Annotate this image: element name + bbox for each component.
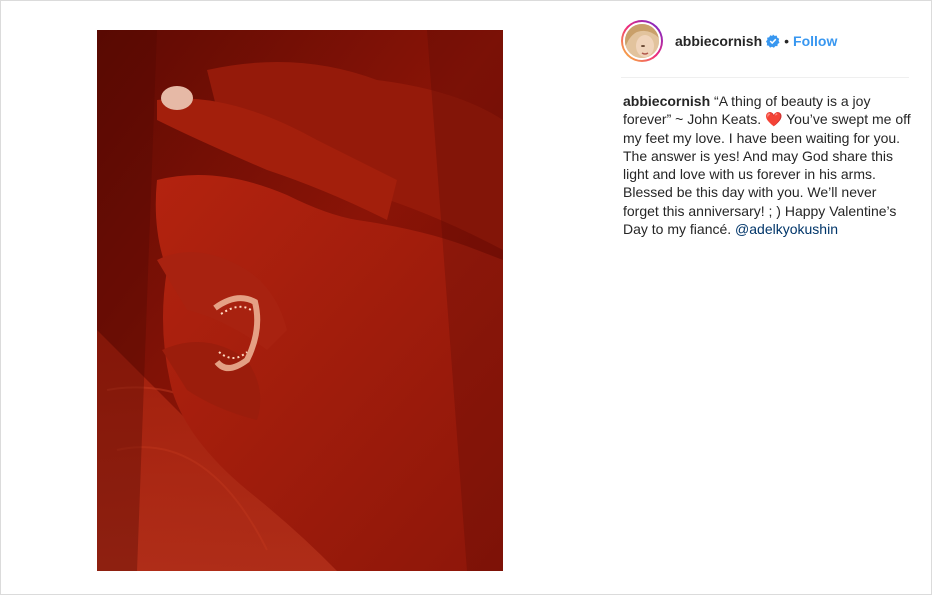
username[interactable]: abbiecornish <box>675 33 762 49</box>
post-caption: abbiecornish “A thing of beauty is a joy… <box>623 92 915 238</box>
post-header: abbiecornish • Follow <box>621 13 909 68</box>
caption-username[interactable]: abbiecornish <box>623 93 710 109</box>
heart-emoji-icon: ❤️ <box>765 111 783 128</box>
header-divider <box>621 77 909 78</box>
post-frame: abbiecornish • Follow abbiecornish “A th… <box>0 0 932 595</box>
photo-image <box>97 30 503 571</box>
photo-area <box>2 2 598 593</box>
caption-text-2: You’ve swept me off my feet my love. I h… <box>623 111 915 238</box>
avatar-story-ring[interactable] <box>621 19 663 62</box>
follow-button[interactable]: Follow <box>793 33 837 49</box>
mention-link[interactable]: @adelkyokushin <box>735 221 838 237</box>
avatar[interactable] <box>623 21 661 60</box>
post-photo[interactable] <box>97 30 503 571</box>
post-sidebar: abbiecornish • Follow abbiecornish “A th… <box>599 2 931 593</box>
avatar-image <box>625 23 659 58</box>
verified-badge-icon <box>766 34 780 48</box>
separator-dot: • <box>784 32 790 49</box>
